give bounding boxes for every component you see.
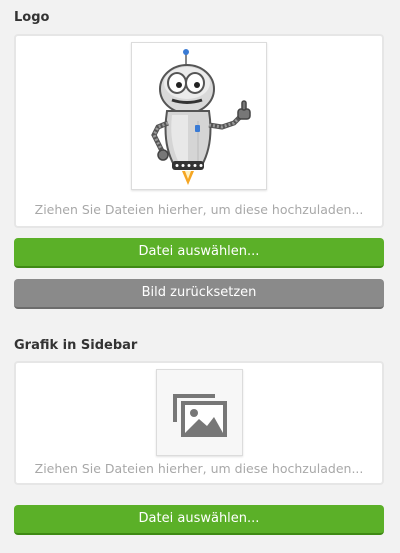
- robot-mascot-image: [151, 49, 251, 185]
- sidebar-section-title: Grafik in Sidebar: [14, 338, 138, 353]
- logo-section-title: Logo: [14, 10, 50, 25]
- sidebar-image-placeholder[interactable]: [156, 369, 243, 456]
- logo-thumbnail[interactable]: [131, 42, 267, 190]
- logo-choose-file-button[interactable]: Datei auswählen...: [14, 238, 384, 268]
- sidebar-dropzone[interactable]: Ziehen Sie Dateien hierher, um diese hoc…: [14, 361, 384, 485]
- sidebar-choose-file-button[interactable]: Datei auswählen...: [14, 505, 384, 535]
- image-gallery-icon: [173, 394, 227, 437]
- sidebar-dropzone-hint: Ziehen Sie Dateien hierher, um diese hoc…: [34, 461, 364, 476]
- logo-reset-image-button[interactable]: Bild zurücksetzen: [14, 279, 384, 309]
- logo-dropzone[interactable]: Ziehen Sie Dateien hierher, um diese hoc…: [14, 34, 384, 228]
- logo-dropzone-hint: Ziehen Sie Dateien hierher, um diese hoc…: [34, 202, 364, 217]
